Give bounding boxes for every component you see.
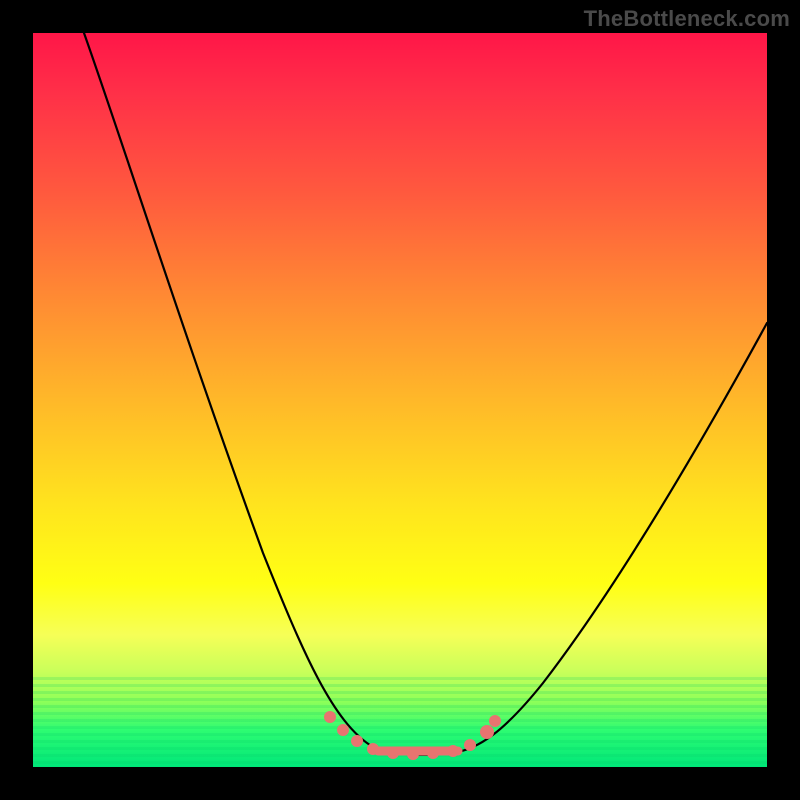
marker-dot [367,743,379,755]
marker-dot [447,745,459,757]
watermark-text: TheBottleneck.com [584,6,790,32]
marker-dot [464,739,476,751]
marker-dot [324,711,336,723]
bottom-green-bands [33,677,767,767]
marker-dot [387,747,399,759]
chart-frame: TheBottleneck.com [0,0,800,800]
marker-dot [427,747,439,759]
plot-area [33,33,767,767]
bottleneck-curve [84,33,767,755]
curve-svg [33,33,767,767]
marker-dot [480,725,494,739]
marker-dot [407,748,419,760]
marker-dot [337,724,349,736]
marker-dot [489,715,501,727]
marker-dot [351,735,363,747]
